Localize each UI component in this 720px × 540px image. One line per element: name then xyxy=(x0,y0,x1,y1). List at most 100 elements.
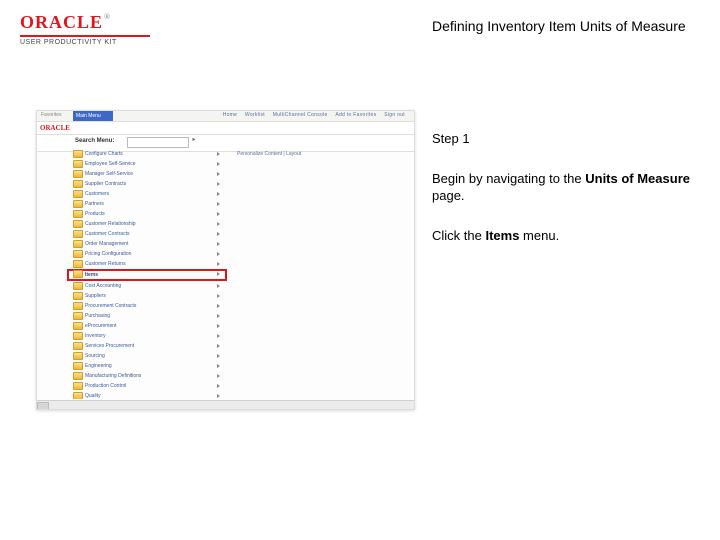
menu-item[interactable]: Customer Returns xyxy=(73,259,223,269)
top-links: Home Worklist MultiChannel Console Add t… xyxy=(220,112,408,118)
menu-item-label: Production Control xyxy=(85,383,126,389)
menu-item[interactable]: Quality xyxy=(73,391,223,399)
menu-item[interactable]: Order Management xyxy=(73,239,223,249)
folder-icon xyxy=(73,322,83,330)
menu-item[interactable]: Configure Charts xyxy=(73,149,223,159)
chevron-right-icon xyxy=(217,232,220,236)
step-label: Step 1 xyxy=(432,130,692,148)
chevron-right-icon xyxy=(217,374,220,378)
folder-icon xyxy=(73,372,83,380)
menu-item[interactable]: Cost Accounting xyxy=(73,281,223,291)
folder-icon xyxy=(73,170,83,178)
menu-item[interactable]: Production Control xyxy=(73,381,223,391)
instruction-line-1: Begin by navigating to the Units of Meas… xyxy=(432,170,692,205)
menu-item-label: Configure Charts xyxy=(85,151,123,157)
scrollbar-knob[interactable] xyxy=(37,402,49,410)
menu-item[interactable]: Customer Relationship xyxy=(73,219,223,229)
chevron-right-icon xyxy=(217,212,220,216)
app-topbar: Favorites Main Menu Home Worklist MultiC… xyxy=(37,111,414,122)
menu-item-label: Procurement Contracts xyxy=(85,303,136,309)
menu-item[interactable]: Suppliers xyxy=(73,291,223,301)
search-go-icon[interactable]: ⯈ xyxy=(191,138,196,145)
menu-item[interactable]: Manufacturing Definitions xyxy=(73,371,223,381)
menu-item[interactable]: Partners xyxy=(73,199,223,209)
instruction-panel: Step 1 Begin by navigating to the Units … xyxy=(432,130,692,266)
menu-item-label: Cost Accounting xyxy=(85,283,121,289)
brand-subtitle: USER PRODUCTIVITY KIT xyxy=(20,39,150,46)
chevron-right-icon xyxy=(217,284,220,288)
chevron-right-icon xyxy=(217,262,220,266)
brand-rule xyxy=(20,35,150,37)
chevron-right-icon xyxy=(217,152,220,156)
menu-list: Configure Charts Employee Self-Service Man… xyxy=(73,149,223,399)
chevron-right-icon xyxy=(217,314,220,318)
menu-item-label: Inventory xyxy=(85,333,106,339)
folder-icon xyxy=(73,240,83,248)
link-worklist[interactable]: Worklist xyxy=(245,112,265,118)
menu-item[interactable]: Engineering xyxy=(73,361,223,371)
menu-item-items[interactable]: Items xyxy=(73,269,223,281)
menu-item-label: Customer Returns xyxy=(85,261,126,267)
folder-icon xyxy=(73,150,83,158)
horizontal-scrollbar[interactable] xyxy=(37,400,414,409)
folder-icon xyxy=(73,302,83,310)
chevron-right-icon xyxy=(217,182,220,186)
folder-icon xyxy=(73,220,83,228)
menu-item[interactable]: Procurement Contracts xyxy=(73,301,223,311)
folder-icon xyxy=(73,392,83,399)
search-input[interactable] xyxy=(127,137,189,148)
menu-item-label: Customers xyxy=(85,191,109,197)
chevron-right-icon xyxy=(217,364,220,368)
link-mcc[interactable]: MultiChannel Console xyxy=(273,112,328,118)
menu-item-label: Customer Contracts xyxy=(85,231,129,237)
menu-item[interactable]: eProcurement xyxy=(73,321,223,331)
menu-item[interactable]: Customer Contracts xyxy=(73,229,223,239)
folder-icon xyxy=(73,332,83,340)
menu-item-label: Customer Relationship xyxy=(85,221,136,227)
menu-item[interactable]: Purchasing xyxy=(73,311,223,321)
menu-item-label: Products xyxy=(85,211,105,217)
menu-item[interactable]: Products xyxy=(73,209,223,219)
chevron-right-icon xyxy=(217,192,220,196)
menu-item-label: Quality xyxy=(85,393,101,399)
main-menu-button[interactable]: Main Menu xyxy=(73,111,113,121)
menu-item[interactable]: Employee Self-Service xyxy=(73,159,223,169)
menu-item[interactable]: Inventory xyxy=(73,331,223,341)
menu-item-label: eProcurement xyxy=(85,323,116,329)
link-home[interactable]: Home xyxy=(223,112,238,118)
chevron-right-icon xyxy=(217,384,220,388)
menu-item[interactable]: Customers xyxy=(73,189,223,199)
menu-item[interactable]: Supplier Contracts xyxy=(73,179,223,189)
chevron-right-icon xyxy=(217,252,220,256)
personalize-link[interactable]: Personalize Content | Layout xyxy=(237,151,301,157)
menu-item-label: Order Management xyxy=(85,241,128,247)
menu-item[interactable]: Pricing Configuration xyxy=(73,249,223,259)
folder-icon xyxy=(73,342,83,350)
folder-icon xyxy=(73,292,83,300)
brand-logo: ORACLE® USER PRODUCTIVITY KIT xyxy=(20,12,150,46)
menu-item-label: Supplier Contracts xyxy=(85,181,126,187)
instruction-line-2: Click the Items menu. xyxy=(432,227,692,245)
menu-item[interactable]: Sourcing xyxy=(73,351,223,361)
folder-icon xyxy=(73,282,83,290)
chevron-right-icon xyxy=(217,304,220,308)
link-signout[interactable]: Sign out xyxy=(384,112,405,118)
menu-item-label: Manager Self-Service xyxy=(85,171,133,177)
app-body: Personalize Content | Layout Configure C… xyxy=(37,149,414,399)
app-brand: ORACLE xyxy=(40,124,70,132)
menu-item-label: Manufacturing Definitions xyxy=(85,373,141,379)
folder-icon xyxy=(73,270,83,278)
menu-item[interactable]: Services Procurement xyxy=(73,341,223,351)
page: ORACLE® USER PRODUCTIVITY KIT Defining I… xyxy=(0,0,720,540)
link-add-fav[interactable]: Add to Favorites xyxy=(335,112,376,118)
folder-icon xyxy=(73,230,83,238)
folder-icon xyxy=(73,210,83,218)
menu-item-label: Purchasing xyxy=(85,313,110,319)
folder-icon xyxy=(73,312,83,320)
folder-icon xyxy=(73,190,83,198)
menu-item[interactable]: Manager Self-Service xyxy=(73,169,223,179)
folder-icon xyxy=(73,200,83,208)
folder-icon xyxy=(73,250,83,258)
app-logo-row: ORACLE xyxy=(37,122,414,135)
search-label: Search Menu: xyxy=(75,138,114,144)
